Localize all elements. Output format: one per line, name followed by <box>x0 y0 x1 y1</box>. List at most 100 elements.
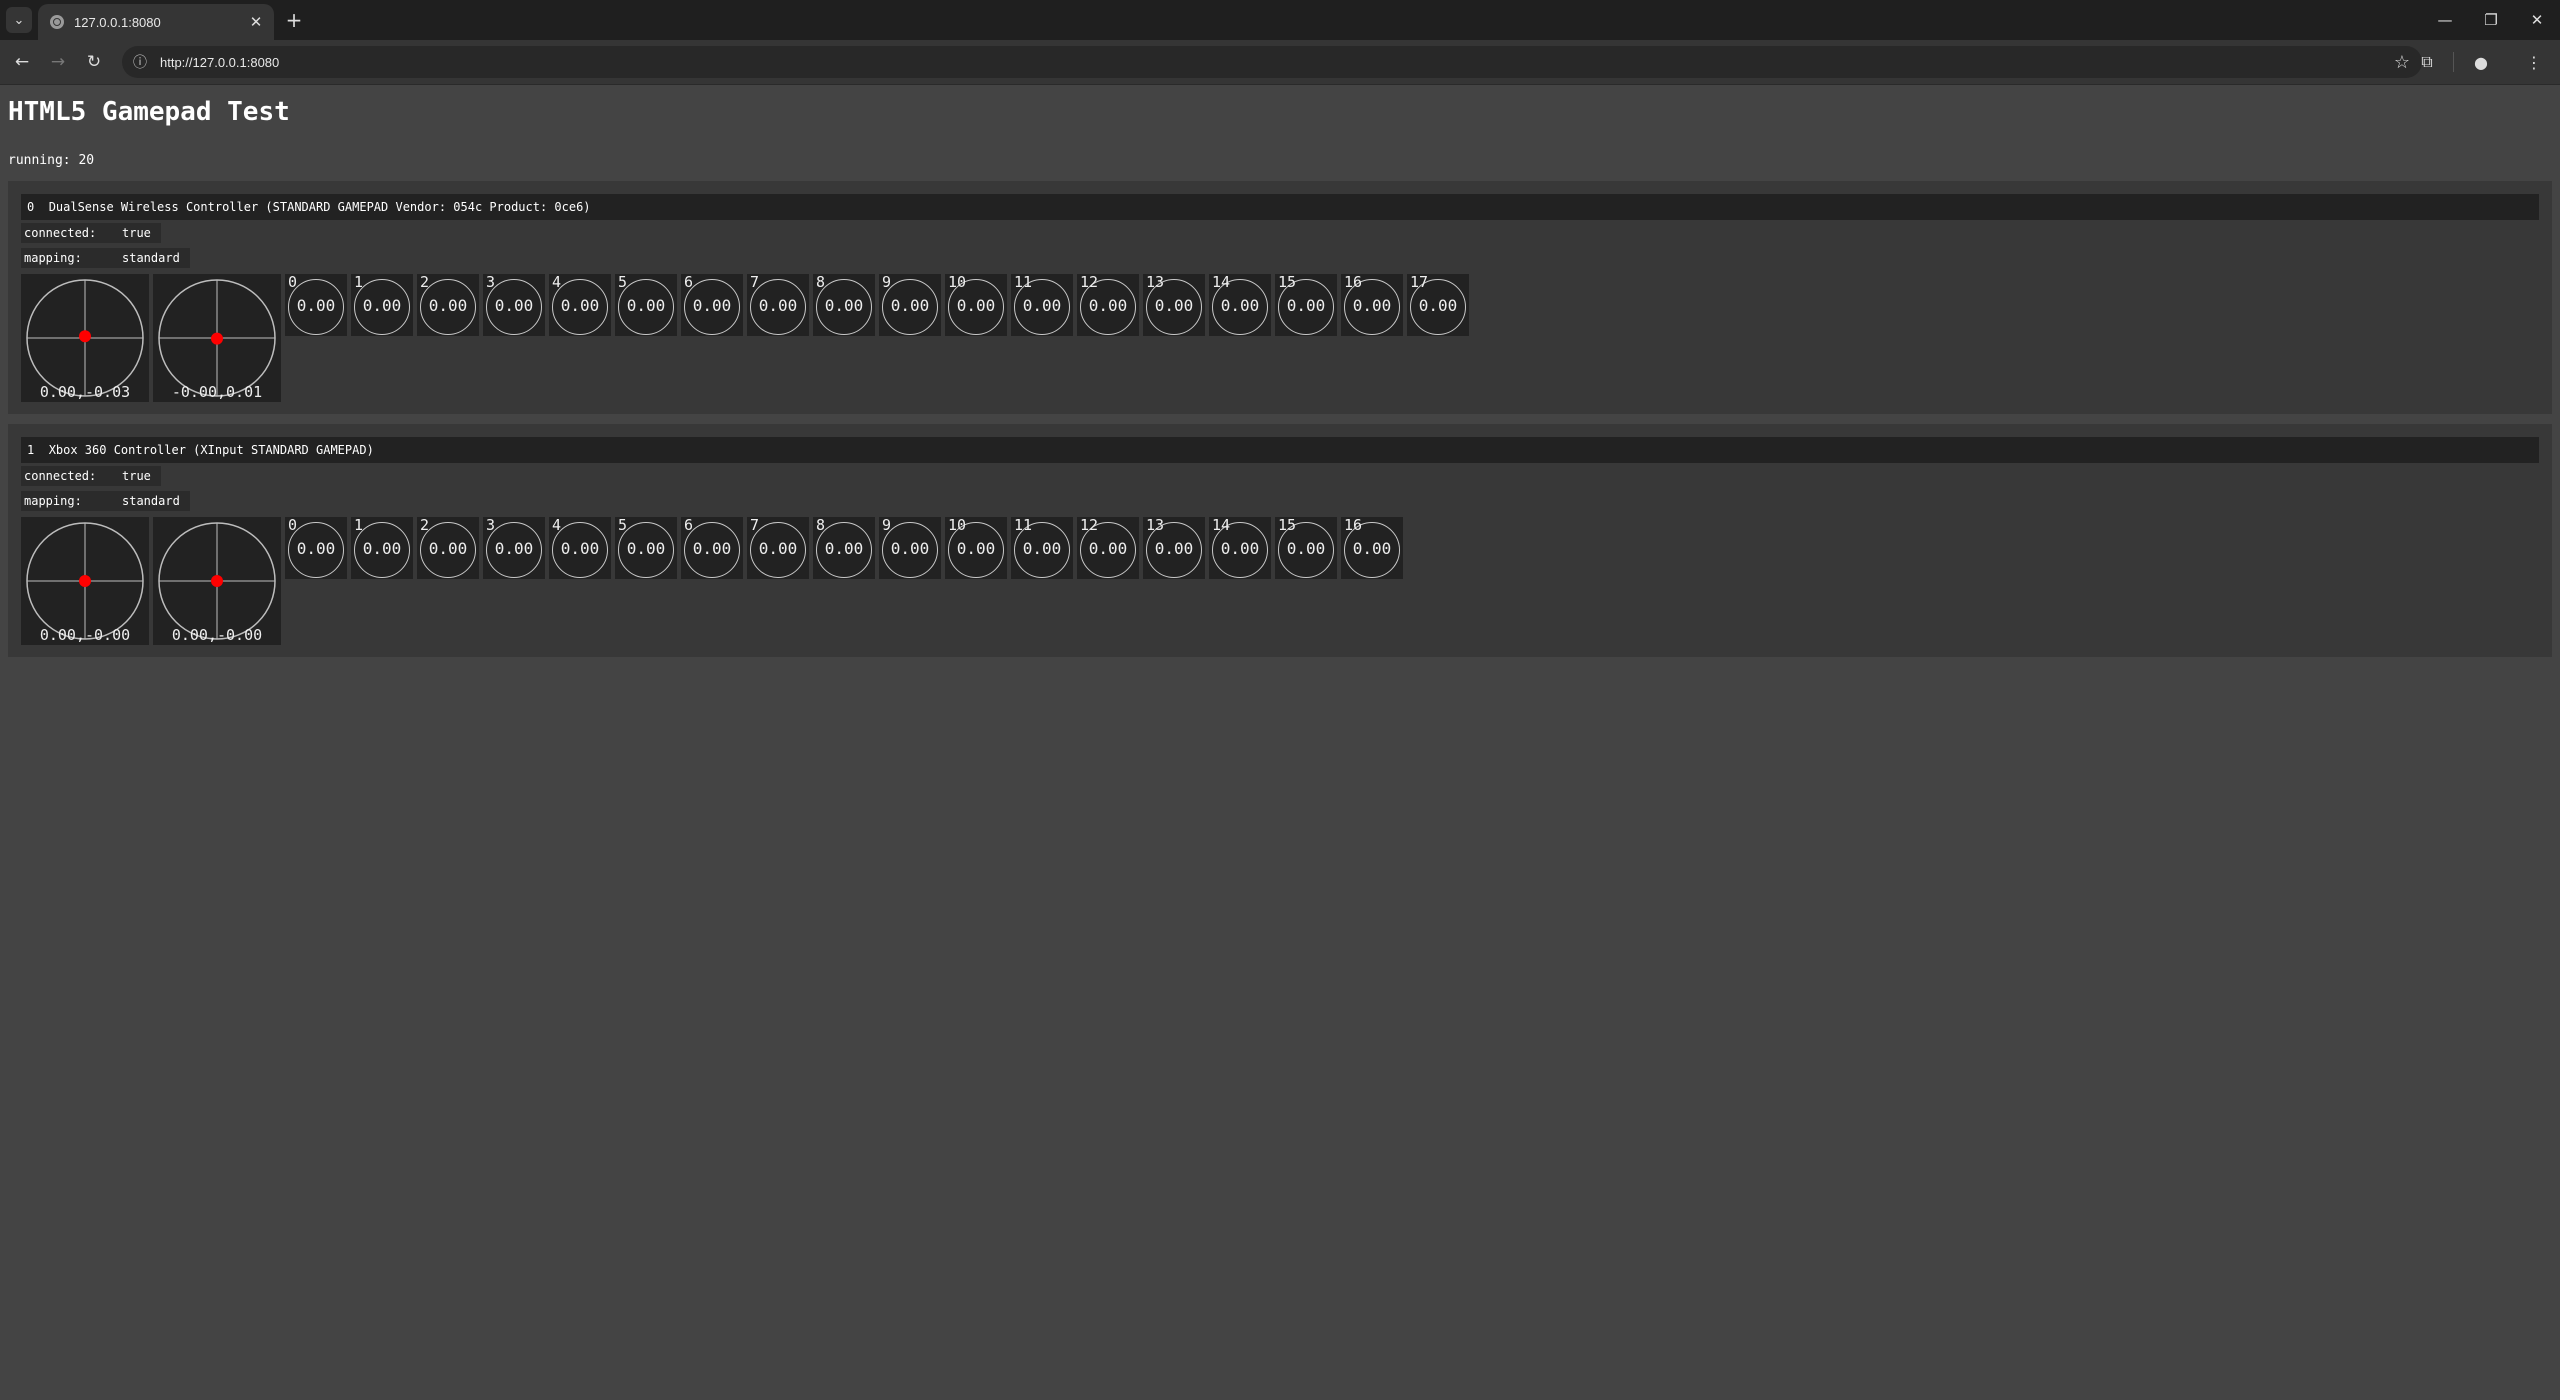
url-text[interactable]: http://127.0.0.1:8080 <box>160 55 2388 70</box>
mapping-label: mapping: <box>21 247 119 268</box>
gamepad-header: 0 DualSense Wireless Controller (STANDAR… <box>21 194 2539 220</box>
gamepad-button: 16 0.00 <box>1341 274 1403 336</box>
gamepad-button: 13 0.00 <box>1143 274 1205 336</box>
puzzle-icon[interactable]: ⧉ <box>2413 48 2441 76</box>
address-bar[interactable]: ⓘ http://127.0.0.1:8080 ☆ <box>122 46 2422 78</box>
button-index: 8 <box>816 273 826 291</box>
button-value: 0.00 <box>890 539 930 558</box>
controls: 0.00,-0.00 0.00,-0.00 0 0.00 1 0.00 2 0.00 3 0.0… <box>21 517 2539 645</box>
button-index: 11 <box>1014 516 1033 534</box>
gamepad-index: 1 <box>27 443 35 457</box>
button-index: 3 <box>486 516 496 534</box>
gamepad-button: 11 0.00 <box>1011 517 1073 579</box>
arrow-left-icon[interactable]: ← <box>8 48 36 76</box>
button-value: 0.00 <box>1220 539 1260 558</box>
minimize-icon[interactable]: — <box>2422 0 2468 40</box>
mapping-label: mapping: <box>21 490 119 511</box>
gamepad-button: 6 0.00 <box>681 274 743 336</box>
gamepad-button: 5 0.00 <box>615 274 677 336</box>
button-value: 0.00 <box>890 296 930 315</box>
button-value: 0.00 <box>560 296 600 315</box>
gamepad-button: 2 0.00 <box>417 517 479 579</box>
button-index: 13 <box>1146 516 1165 534</box>
gamepad-button: 14 0.00 <box>1209 274 1271 336</box>
button-value: 0.00 <box>1022 539 1062 558</box>
connected-value: true <box>119 222 161 243</box>
button-value: 0.00 <box>494 296 534 315</box>
window-close-icon[interactable]: ✕ <box>2514 0 2560 40</box>
button-value: 0.00 <box>692 296 732 315</box>
plus-icon[interactable]: + <box>282 8 306 32</box>
gamepad-button: 10 0.00 <box>945 517 1007 579</box>
browser-tab[interactable]: 127.0.0.1:8080 ✕ <box>38 4 274 40</box>
stick-axis: 0.00,-0.00 <box>21 517 149 645</box>
button-index: 10 <box>948 273 967 291</box>
gamepad-button: 4 0.00 <box>549 274 611 336</box>
button-index: 17 <box>1410 273 1429 291</box>
gamepad-index: 0 <box>27 200 35 214</box>
stick-value: -0.00,0.01 <box>171 383 263 401</box>
gamepad-button: 4 0.00 <box>549 517 611 579</box>
button-list: 0 0.00 1 0.00 2 0.00 3 0.00 4 0.00 5 0.00 6 0.00 7 0.00… <box>285 517 1407 579</box>
mapping-value: standard <box>119 247 190 268</box>
mapping-row: mapping: standard <box>21 245 2539 270</box>
close-icon[interactable]: ✕ <box>246 12 266 32</box>
controls: 0.00,-0.03 -0.00,0.01 0 0.00 1 0.00 2 0.00 3 0.0… <box>21 274 2539 402</box>
gamepad-panel: 0 DualSense Wireless Controller (STANDAR… <box>8 181 2552 414</box>
gamepad-id: DualSense Wireless Controller (STANDARD … <box>48 200 591 214</box>
button-index: 9 <box>882 516 892 534</box>
connected-value: true <box>119 465 161 486</box>
button-index: 1 <box>354 273 364 291</box>
toolbar-right: ⧉ ● ⋮ <box>2400 48 2560 76</box>
button-value: 0.00 <box>1352 539 1392 558</box>
mapping-value: standard <box>119 490 190 511</box>
button-value: 0.00 <box>1154 539 1194 558</box>
person-icon[interactable]: ● <box>2467 48 2495 76</box>
gamepad-button: 0 0.00 <box>285 517 347 579</box>
page-content: HTML5 Gamepad Test running: 20 0 DualSen… <box>0 85 2560 657</box>
button-value: 0.00 <box>428 296 468 315</box>
button-index: 13 <box>1146 273 1165 291</box>
arrow-right-icon[interactable]: → <box>44 48 72 76</box>
button-value: 0.00 <box>626 296 666 315</box>
button-index: 4 <box>552 516 562 534</box>
button-index: 0 <box>288 273 298 291</box>
gamepad-button: 3 0.00 <box>483 274 545 336</box>
button-value: 0.00 <box>956 296 996 315</box>
button-value: 0.00 <box>626 539 666 558</box>
connected-row: connected: true <box>21 220 2539 245</box>
reload-icon[interactable]: ↻ <box>80 48 108 76</box>
running-status: running: 20 <box>8 153 95 168</box>
stick-value: 0.00,-0.03 <box>39 383 131 401</box>
button-index: 8 <box>816 516 826 534</box>
stick-axis: -0.00,0.01 <box>153 274 281 402</box>
connected-label: connected: <box>21 222 119 243</box>
kebab-menu-icon[interactable]: ⋮ <box>2520 48 2548 76</box>
button-value: 0.00 <box>1220 296 1260 315</box>
button-value: 0.00 <box>560 539 600 558</box>
button-value: 0.00 <box>296 296 336 315</box>
mapping-row: mapping: standard <box>21 488 2539 513</box>
button-value: 0.00 <box>824 296 864 315</box>
info-icon[interactable]: ⓘ <box>128 50 152 74</box>
button-value: 0.00 <box>692 539 732 558</box>
stick-position-dot <box>211 332 223 345</box>
button-index: 7 <box>750 273 760 291</box>
stick-axis: 0.00,-0.03 <box>21 274 149 402</box>
chevron-down-icon[interactable]: ⌄ <box>6 7 32 33</box>
stick-position-dot <box>79 575 91 587</box>
gamepad-button: 14 0.00 <box>1209 517 1271 579</box>
gamepad-button: 1 0.00 <box>351 274 413 336</box>
toolbar-divider <box>2453 52 2454 72</box>
gamepad-button: 17 0.00 <box>1407 274 1469 336</box>
button-index: 5 <box>618 516 628 534</box>
restore-icon[interactable]: ❐ <box>2468 0 2514 40</box>
button-index: 1 <box>354 516 364 534</box>
button-value: 0.00 <box>956 539 996 558</box>
gamepad-id: Xbox 360 Controller (XInput STANDARD GAM… <box>48 443 374 457</box>
button-index: 9 <box>882 273 892 291</box>
button-index: 16 <box>1344 273 1363 291</box>
button-index: 11 <box>1014 273 1033 291</box>
stick-axis: 0.00,-0.00 <box>153 517 281 645</box>
connected-row: connected: true <box>21 463 2539 488</box>
